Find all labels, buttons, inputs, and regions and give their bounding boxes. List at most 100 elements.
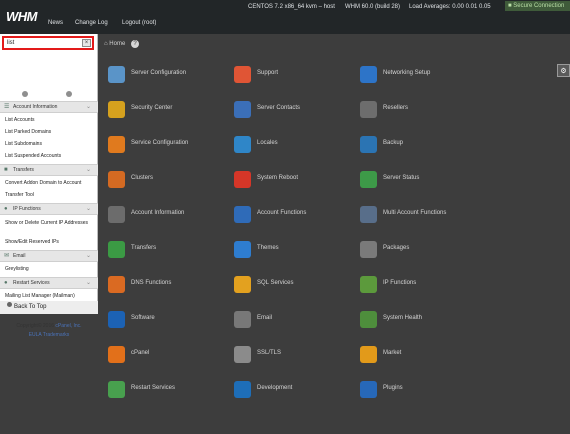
cpanel-link[interactable]: cPanel, Inc. xyxy=(55,323,81,329)
tile-label[interactable]: Market xyxy=(383,350,401,356)
tile-security-center[interactable]: Security Center xyxy=(108,101,228,123)
category-email[interactable]: ✉ Email ⌄ xyxy=(0,250,98,262)
tile-ssl-tls[interactable]: SSL/TLS xyxy=(234,346,354,368)
server-status-icon[interactable] xyxy=(360,171,377,188)
tile-label[interactable]: Plugins xyxy=(383,385,403,391)
tile-label[interactable]: SSL/TLS xyxy=(257,350,281,356)
tile-software[interactable]: Software xyxy=(108,311,228,333)
tile-label[interactable]: System Reboot xyxy=(257,175,298,181)
tile-development[interactable]: Development xyxy=(234,381,354,403)
tile-server-status[interactable]: Server Status xyxy=(360,171,480,193)
account-functions-icon[interactable] xyxy=(234,206,251,223)
plugins-icon[interactable] xyxy=(360,381,377,398)
tile-label[interactable]: Server Status xyxy=(383,175,419,181)
tile-label[interactable]: Clusters xyxy=(131,175,153,181)
dns-functions-icon[interactable] xyxy=(108,276,125,293)
multi-account-functions-icon[interactable] xyxy=(360,206,377,223)
tile-label[interactable]: Software xyxy=(131,315,155,321)
category-ip-functions[interactable]: ● IP Functions ⌄ xyxy=(0,203,98,215)
tile-label[interactable]: Multi Account Functions xyxy=(383,210,446,216)
tile-label[interactable]: Server Configuration xyxy=(131,70,186,76)
sidebar-item-mailing-list-manager[interactable]: Mailing List Manager (Mailman) xyxy=(5,293,75,299)
server-configuration-icon[interactable] xyxy=(108,66,125,83)
sidebar-item-list-subdomains[interactable]: List Subdomains xyxy=(5,141,42,147)
tile-cpanel[interactable]: cPanel xyxy=(108,346,228,368)
collapse-all-icon[interactable] xyxy=(22,91,28,97)
tile-multi-account-functions[interactable]: Multi Account Functions xyxy=(360,206,480,228)
chevron-down-icon[interactable]: ⌄ xyxy=(84,205,93,213)
service-configuration-icon[interactable] xyxy=(108,136,125,153)
tile-label[interactable]: DNS Functions xyxy=(131,280,171,286)
development-icon[interactable] xyxy=(234,381,251,398)
sidebar-item-greylisting[interactable]: Greylisting xyxy=(5,266,29,272)
tile-system-reboot[interactable]: System Reboot xyxy=(234,171,354,193)
chevron-down-icon[interactable]: ⌄ xyxy=(84,279,93,287)
eula-link[interactable]: EULA xyxy=(29,332,42,338)
system-health-icon[interactable] xyxy=(360,311,377,328)
tile-label[interactable]: Restart Services xyxy=(131,385,175,391)
trademarks-link[interactable]: Trademarks xyxy=(43,332,70,338)
tile-account-functions[interactable]: Account Functions xyxy=(234,206,354,228)
tile-packages[interactable]: Packages xyxy=(360,241,480,263)
networking-setup-icon[interactable] xyxy=(360,66,377,83)
packages-icon[interactable] xyxy=(360,241,377,258)
sidebar-item-list-accounts[interactable]: List Accounts xyxy=(5,117,34,123)
tile-label[interactable]: Development xyxy=(257,385,292,391)
security-center-icon[interactable] xyxy=(108,101,125,118)
tile-plugins[interactable]: Plugins xyxy=(360,381,480,403)
breadcrumb-home[interactable]: Home xyxy=(109,41,125,47)
tile-label[interactable]: Security Center xyxy=(131,105,172,111)
ssl-tls-icon[interactable] xyxy=(234,346,251,363)
system-reboot-icon[interactable] xyxy=(234,171,251,188)
tile-clusters[interactable]: Clusters xyxy=(108,171,228,193)
tile-restart-services[interactable]: Restart Services xyxy=(108,381,228,403)
sidebar-item-convert-addon-domain[interactable]: Convert Addon Domain to Account xyxy=(5,180,81,186)
tile-transfers[interactable]: Transfers xyxy=(108,241,228,263)
support-icon[interactable] xyxy=(234,66,251,83)
chevron-down-icon[interactable]: ⌄ xyxy=(84,252,93,260)
locales-icon[interactable] xyxy=(234,136,251,153)
clusters-icon[interactable] xyxy=(108,171,125,188)
market-icon[interactable] xyxy=(360,346,377,363)
tile-label[interactable]: Support xyxy=(257,70,278,76)
account-information-icon[interactable] xyxy=(108,206,125,223)
ip-functions-icon[interactable] xyxy=(360,276,377,293)
nav-logout[interactable]: Logout (root) xyxy=(122,20,156,26)
tile-server-configuration[interactable]: Server Configuration xyxy=(108,66,228,88)
sidebar-item-show-edit-reserved-ips[interactable]: Show/Edit Reserved IPs xyxy=(5,239,59,245)
tile-system-health[interactable]: System Health xyxy=(360,311,480,333)
tile-label[interactable]: Themes xyxy=(257,245,279,251)
tile-ip-functions[interactable]: IP Functions xyxy=(360,276,480,298)
sidebar-item-transfer-tool[interactable]: Transfer Tool xyxy=(5,192,34,198)
clear-icon[interactable]: × xyxy=(82,39,91,47)
nav-change-log[interactable]: Change Log xyxy=(75,20,108,26)
tile-label[interactable]: Backup xyxy=(383,140,403,146)
tile-label[interactable]: Networking Setup xyxy=(383,70,430,76)
sidebar-item-list-parked-domains[interactable]: List Parked Domains xyxy=(5,129,51,135)
chevron-down-icon[interactable]: ⌄ xyxy=(84,166,93,174)
tile-dns-functions[interactable]: DNS Functions xyxy=(108,276,228,298)
breadcrumb[interactable]: ⌂ Home xyxy=(104,41,125,47)
search-input[interactable]: list xyxy=(7,40,14,46)
tile-label[interactable]: Account Information xyxy=(131,210,184,216)
sidebar-item-list-suspended-accounts[interactable]: List Suspended Accounts xyxy=(5,153,61,159)
chevron-down-icon[interactable]: ⌄ xyxy=(84,103,93,111)
tile-support[interactable]: Support xyxy=(234,66,354,88)
server-contacts-icon[interactable] xyxy=(234,101,251,118)
backup-icon[interactable] xyxy=(360,136,377,153)
category-transfers[interactable]: ■ Transfers ⌄ xyxy=(0,164,98,176)
tile-backup[interactable]: Backup xyxy=(360,136,480,158)
tile-label[interactable]: IP Functions xyxy=(383,280,416,286)
tile-account-information[interactable]: Account Information xyxy=(108,206,228,228)
sql-services-icon[interactable] xyxy=(234,276,251,293)
sidebar-item-show-delete-ip[interactable]: Show or Delete Current IP Addresses xyxy=(5,219,95,227)
nav-news[interactable]: News xyxy=(48,20,63,26)
email-icon[interactable] xyxy=(234,311,251,328)
tile-themes[interactable]: Themes xyxy=(234,241,354,263)
tile-email[interactable]: Email xyxy=(234,311,354,333)
tile-server-contacts[interactable]: Server Contacts xyxy=(234,101,354,123)
back-to-top-button[interactable]: Back To Top xyxy=(0,301,98,314)
restart-services-icon[interactable] xyxy=(108,381,125,398)
tile-label[interactable]: System Health xyxy=(383,315,422,321)
tile-service-configuration[interactable]: Service Configuration xyxy=(108,136,228,158)
